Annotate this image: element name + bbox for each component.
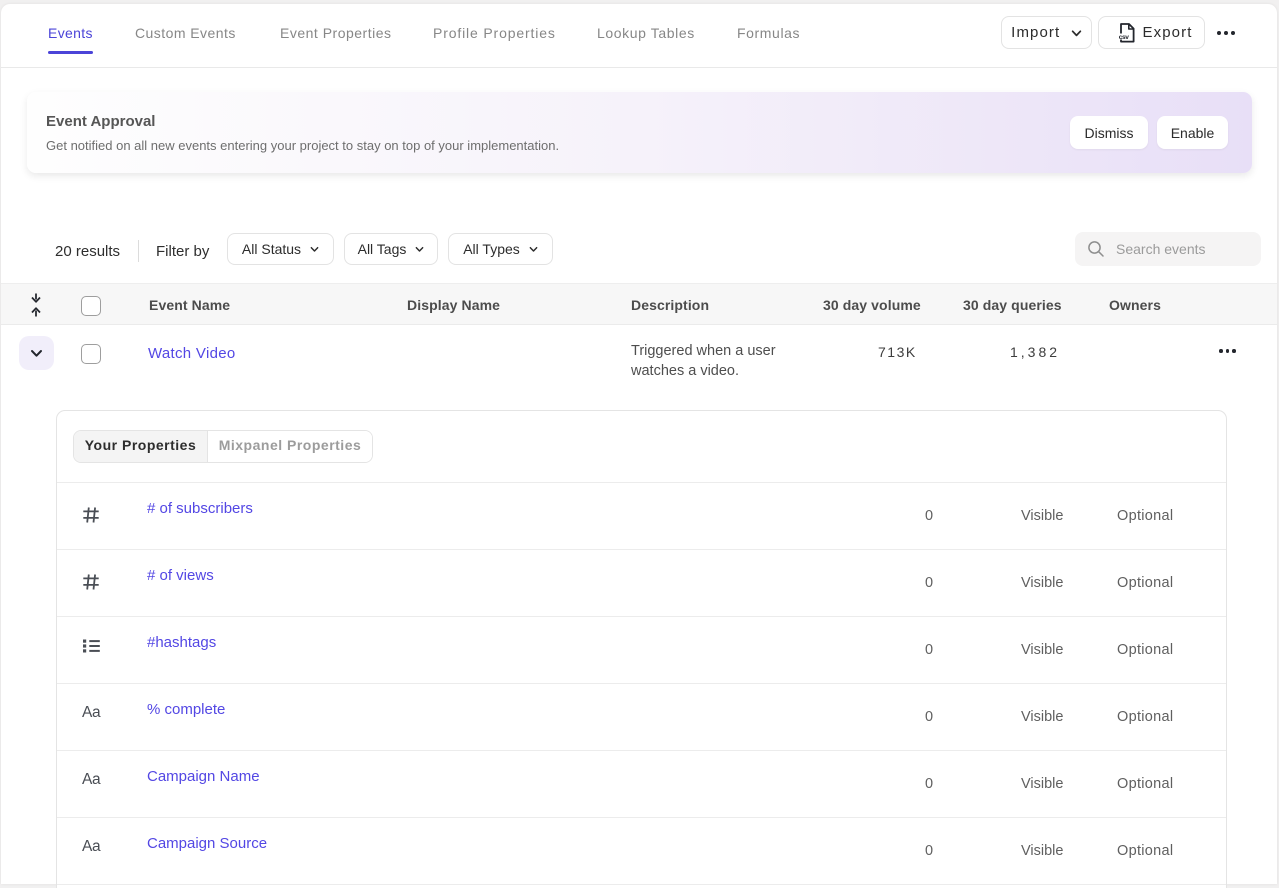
svg-text:csv: csv	[1118, 33, 1129, 40]
